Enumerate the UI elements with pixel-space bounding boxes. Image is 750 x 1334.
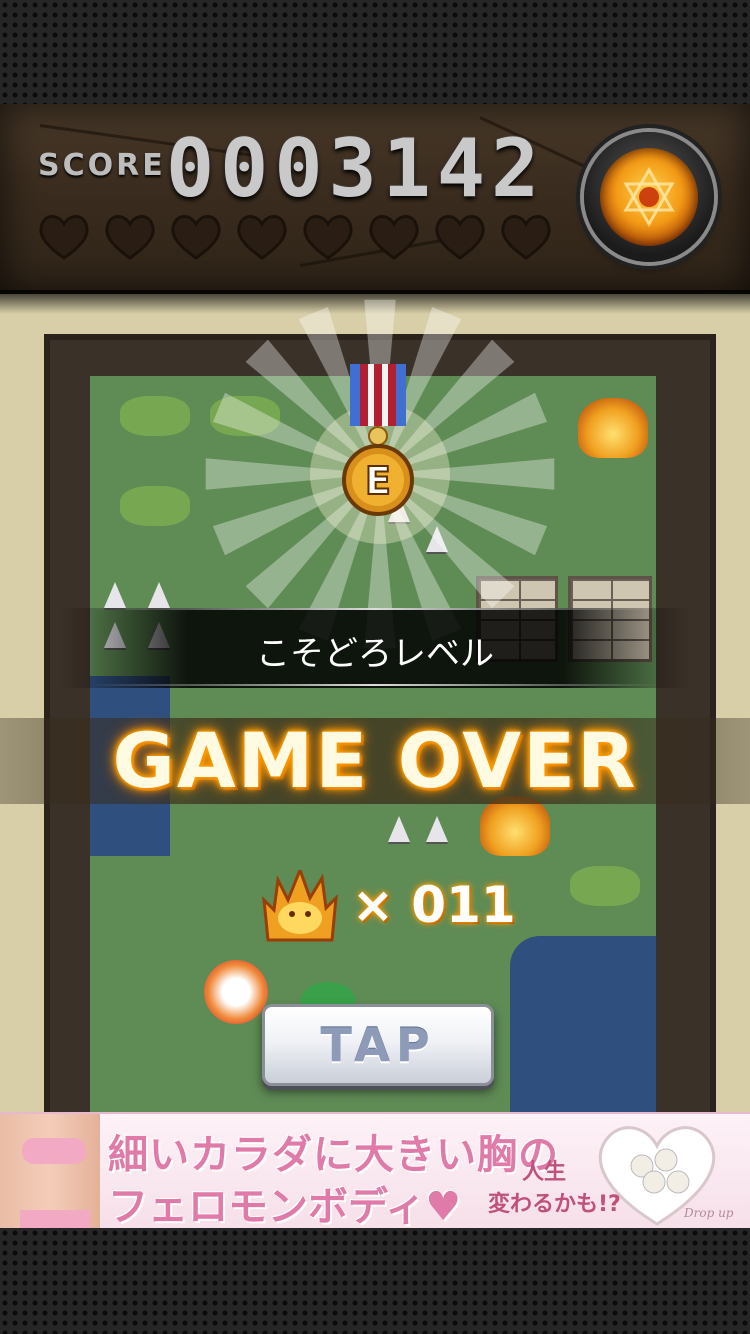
ad-model-detail [20,1210,90,1230]
emblem-core [600,148,698,246]
heart-icon [501,215,551,260]
ad-banner[interactable]: 細いカラダに大きい胸の フェロモンボディ♥ 人生 変わるかも!? Drop up [0,1112,750,1232]
ghost-enemy [204,960,268,1024]
life-hearts [36,212,554,262]
heart-icon [435,215,485,260]
banner-line [90,608,660,610]
fire-enemy [480,796,550,856]
heart-icon [39,215,89,260]
score-label: SCORE [38,148,166,183]
ad-headline: 細いカラダに大きい胸の [108,1132,559,1178]
hexagram-icon [623,166,675,228]
spike-trap [426,816,448,842]
hexagram-emblem-icon[interactable] [584,132,714,262]
heart-icon [303,215,353,260]
medal-icon: E [342,364,414,516]
ad-subtext: 変わるかも!? [488,1192,621,1217]
medal-letter: E [365,459,391,503]
heart-icon [171,215,221,260]
fire-creature-icon [262,870,338,942]
spike-trap [388,816,410,842]
grass-tile [120,396,190,436]
ad-model-detail [22,1138,86,1164]
spike-trap [104,582,126,608]
game-over-title: GAME OVER [112,716,638,805]
grass-tile [570,866,640,906]
ad-brand: Drop up [684,1206,734,1220]
grass-tile [120,486,190,526]
ad-model-image [0,1114,100,1230]
score-value: 0003142 [166,122,546,215]
water-tile [510,936,656,1112]
bottom-metal-bar [0,1228,750,1334]
heart-icon [237,215,287,260]
top-metal-bar [0,0,750,104]
ad-subtext: 人生 [522,1160,567,1185]
banner-line [90,684,660,686]
item-count: × 011 [352,876,516,934]
ad-headline: フェロモンボディ♥ [108,1184,462,1230]
tap-button[interactable]: TAP [262,1004,494,1086]
score-hud: SCORE 0003142 [0,104,750,294]
fire-enemy [578,398,648,458]
heart-icon [369,215,419,260]
heart-icon [105,215,155,260]
level-title: こそどろレベル [256,634,494,674]
spike-trap [148,582,170,608]
